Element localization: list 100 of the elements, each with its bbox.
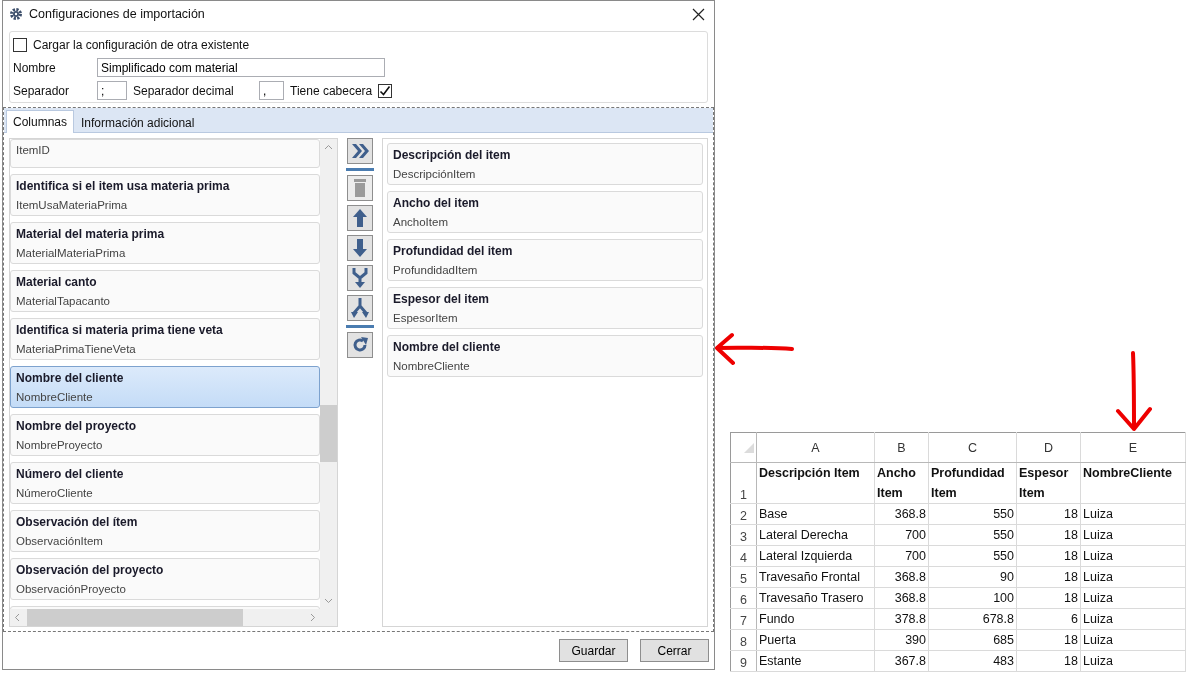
column-card[interactable]: Descripción del item DescripciónItem: [387, 143, 703, 185]
column-title: Nombre del cliente: [16, 371, 125, 385]
column-code: ItemUsaMateriaPrima: [16, 199, 129, 211]
header-checkbox[interactable]: [378, 83, 393, 98]
column-card[interactable]: Nombre del cliente NombreCliente: [10, 366, 320, 408]
horizontal-scrollbar[interactable]: [10, 609, 320, 626]
separator-field[interactable]: ;: [97, 81, 127, 100]
table-cell: Luiza: [1080, 545, 1186, 567]
table-cell: 90: [928, 566, 1017, 588]
select-all-corner[interactable]: [730, 432, 757, 463]
scroll-up-icon[interactable]: [324, 144, 333, 150]
column-header[interactable]: C: [928, 432, 1017, 463]
column-title: Ancho del item: [393, 196, 480, 210]
scroll-down-icon[interactable]: [324, 598, 333, 604]
column-card[interactable]: Observación del ítem ObservaciónItem: [10, 510, 320, 552]
column-card[interactable]: Nombre del cliente NombreCliente: [387, 335, 703, 377]
table-cell: Travesaño Frontal: [756, 566, 875, 588]
column-card[interactable]: Espesor del item EspesorItem: [387, 287, 703, 329]
split-button[interactable]: [347, 295, 373, 321]
table-cell: Luiza: [1080, 587, 1186, 609]
column-code: NombreProyecto: [16, 439, 104, 451]
column-header[interactable]: E: [1080, 432, 1186, 463]
row-number[interactable]: 1: [730, 462, 757, 504]
load-existing-checkbox[interactable]: [13, 37, 27, 52]
refresh-button[interactable]: [347, 332, 373, 358]
column-code: AnchoItem: [393, 216, 449, 228]
column-card[interactable]: Nombre del proyecto NombreProyecto: [10, 414, 320, 456]
column-code: MaterialTapacanto: [16, 295, 111, 307]
load-existing-label: Cargar la configuración de otra existente: [33, 37, 250, 52]
vertical-scrollbar[interactable]: [320, 139, 337, 609]
column-code: NúmeroCliente: [16, 487, 94, 499]
table-cell: 18: [1016, 545, 1081, 567]
column-card[interactable]: Observación del proyecto ObservaciónProyecto: [10, 558, 320, 600]
close-dialog-button[interactable]: Cerrar: [640, 639, 709, 662]
table-cell: Ancho Item: [874, 462, 929, 504]
table-cell: 390: [874, 629, 929, 651]
column-header[interactable]: A: [756, 432, 875, 463]
table-cell: 18: [1016, 629, 1081, 651]
column-code: NombreCliente: [16, 391, 94, 403]
table-cell: Puerta: [756, 629, 875, 651]
column-card[interactable]: ItemID: [10, 139, 320, 168]
column-title: Material del materia prima: [16, 227, 166, 241]
tab[interactable]: Información adicional: [74, 112, 202, 133]
row-number[interactable]: 9: [730, 650, 757, 672]
column-card[interactable]: Identifica si el item usa materia prima ItemUsaMateriaPrima: [10, 174, 320, 216]
column-card[interactable]: Identifica si materia prima tiene veta MateriaPrimaTieneVeta: [10, 318, 320, 360]
scroll-left-icon[interactable]: [14, 613, 20, 622]
table-cell: 18: [1016, 566, 1081, 588]
column-card[interactable]: Material canto MaterialTapacanto: [10, 270, 320, 312]
column-header[interactable]: D: [1016, 432, 1081, 463]
column-code: MaterialMateriaPrima: [16, 247, 127, 259]
table-cell: 483: [928, 650, 1017, 672]
table-cell: 685: [928, 629, 1017, 651]
scrollbar-thumb[interactable]: [320, 405, 337, 462]
table-cell: Estante: [756, 650, 875, 672]
column-title: Número del cliente: [16, 467, 125, 481]
table-cell: 18: [1016, 524, 1081, 546]
column-card[interactable]: Número del cliente NúmeroCliente: [10, 462, 320, 504]
header-label: Tiene cabecera: [290, 83, 373, 98]
column-header[interactable]: B: [874, 432, 929, 463]
row-number[interactable]: 4: [730, 545, 757, 567]
decimal-separator-field[interactable]: ,: [259, 81, 284, 100]
table-cell: 550: [928, 503, 1017, 525]
table-cell: Luiza: [1080, 524, 1186, 546]
scroll-right-icon[interactable]: [310, 613, 316, 622]
row-number[interactable]: 8: [730, 629, 757, 651]
tab[interactable]: Columnas: [6, 110, 75, 133]
merge-arrow-icon: [352, 267, 368, 289]
split-arrow-icon: [351, 297, 369, 319]
row-number[interactable]: 6: [730, 587, 757, 609]
table-cell: 550: [928, 524, 1017, 546]
scrollbar-thumb[interactable]: [27, 609, 243, 626]
table-cell: 100: [928, 587, 1017, 609]
table-cell: Fundo: [756, 608, 875, 630]
add-all-button[interactable]: [347, 138, 373, 164]
column-title: Descripción del item: [393, 148, 512, 162]
column-card[interactable]: Profundidad del item ProfundidadItem: [387, 239, 703, 281]
save-button[interactable]: Guardar: [559, 639, 628, 662]
merge-button[interactable]: [347, 265, 373, 291]
column-code: ObservaciónProyecto: [16, 583, 127, 595]
table-cell: Luiza: [1080, 650, 1186, 672]
column-title: Identifica si materia prima tiene veta: [16, 323, 224, 337]
table-cell: 368.8: [874, 566, 929, 588]
table-cell: Luiza: [1080, 503, 1186, 525]
row-number[interactable]: 7: [730, 608, 757, 630]
column-card[interactable]: Material del materia prima MaterialMateriaPrima: [10, 222, 320, 264]
column-card[interactable]: Ancho del item AnchoItem: [387, 191, 703, 233]
row-number[interactable]: 3: [730, 524, 757, 546]
row-number[interactable]: 5: [730, 566, 757, 588]
up-button[interactable]: [347, 205, 373, 231]
down-button[interactable]: [347, 235, 373, 261]
table-cell: Lateral Izquierda: [756, 545, 875, 567]
table-cell: 6: [1016, 608, 1081, 630]
column-code: ProfundidadItem: [393, 264, 479, 276]
column-title: Observación del proyecto: [16, 563, 165, 577]
column-code: MateriaPrimaTieneVeta: [16, 343, 137, 355]
row-number[interactable]: 2: [730, 503, 757, 525]
name-field[interactable]: Simplificado com material: [97, 58, 385, 77]
table-cell: Luiza: [1080, 629, 1186, 651]
column-title: Espesor del item: [393, 292, 491, 306]
